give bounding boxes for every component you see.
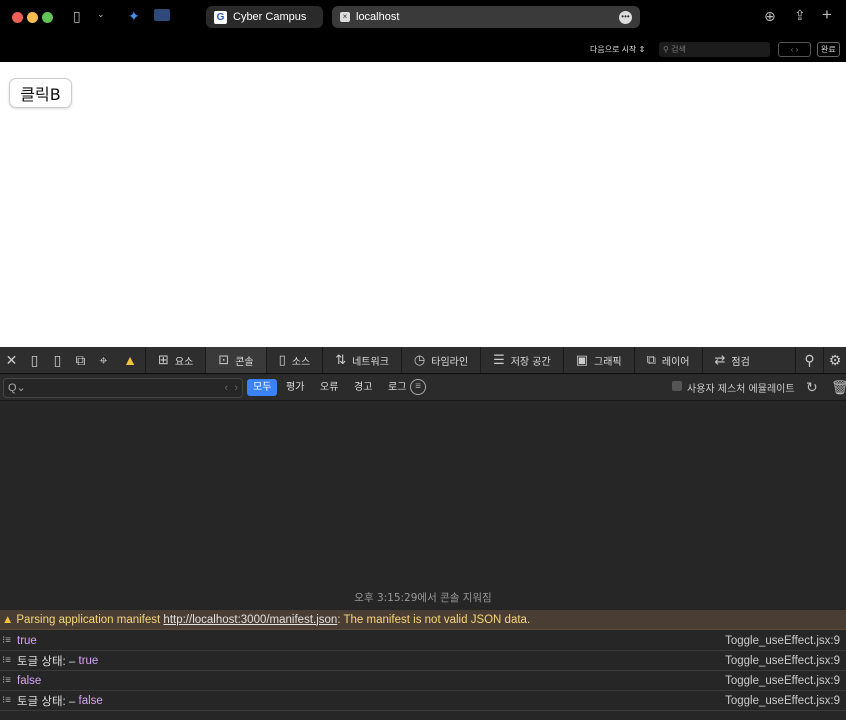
find-nav-buttons[interactable]: ‹ › (778, 42, 811, 57)
search-icon[interactable]: ⚲ (795, 347, 823, 373)
log-label: 토글 상태: – (17, 695, 79, 708)
storage-icon: ☰ (493, 352, 505, 368)
audit-icon: ⇄ (714, 352, 726, 368)
devtools-toolbar: ✕ ▯ ▯ ⧉ ⌖ ▲ ⊞ 요소 ⊡ 콘솔 ▯ 소스 ⇅ 네트워크 ◷ 타임라인 ☰ 저장 공간 ▣ 그래… (0, 347, 846, 374)
log-icon: ⁝≡ (2, 655, 12, 666)
tab-label: 네트워크 (352, 356, 389, 368)
trash-icon[interactable]: 🗑 (831, 379, 846, 396)
source-icon: ▯ (278, 352, 286, 368)
zoom-window-button[interactable] (42, 12, 53, 23)
console-log-row: ⁝≡ true Toggle_useEffect.jsx:9 (0, 631, 846, 651)
network-icon: ⇅ (335, 352, 347, 368)
filter-level-3[interactable]: 경고 (348, 379, 378, 396)
tab-label: 콘솔 (235, 356, 254, 368)
gesture-label: 사용자 제스처 에뮬레이트 (687, 384, 795, 395)
log-value: false (78, 694, 103, 707)
warning-icon: ▲ (2, 613, 14, 626)
tab-label: 소스 (291, 356, 311, 368)
tab-audit[interactable]: ⇄ 점검 (701, 347, 762, 373)
log-value: true (17, 634, 37, 647)
close-window-button[interactable] (12, 12, 23, 23)
tab-label: 요소 (174, 356, 194, 368)
find-input[interactable]: ⚲ 검색 (659, 42, 770, 57)
more-icon[interactable]: ••• (619, 10, 632, 24)
tab-localhost[interactable]: × localhost ••• (332, 6, 640, 28)
elements-icon: ⊞ (158, 352, 169, 368)
minimize-window-button[interactable] (27, 12, 38, 23)
console-icon: ⊡ (218, 352, 230, 368)
page-content (0, 62, 846, 347)
tab-elements[interactable]: ⊞ 요소 (145, 347, 205, 373)
detach-icon[interactable]: ⧉ (69, 347, 92, 373)
console-log-row: ⁝≡ false Toggle_useEffect.jsx:9 (0, 671, 846, 691)
log-source-link[interactable]: Toggle_useEffect.jsx:9 (725, 695, 840, 707)
sidebar-icon[interactable]: ▯ (73, 8, 81, 25)
log-source-link[interactable]: Toggle_useEffect.jsx:9 (725, 635, 840, 647)
crosshair-icon[interactable]: ⌖ (92, 347, 115, 373)
new-tab-icon[interactable]: + (822, 5, 832, 25)
tab-cyber-campus[interactable]: G Cyber Campus (206, 6, 323, 28)
gesture-checkbox[interactable] (672, 381, 682, 391)
warning-icon[interactable]: ▲ (115, 347, 145, 373)
tab-label: 타임라인 (431, 356, 469, 368)
extension-icon[interactable]: ✦ (128, 8, 140, 25)
log-source-link[interactable]: Toggle_useEffect.jsx:9 (725, 655, 840, 667)
manifest-link[interactable]: http://localhost:3000/manifest.json (163, 614, 337, 626)
tab-timeline[interactable]: ◷ 타임라인 (400, 347, 480, 373)
log-value: true (78, 654, 99, 667)
console-log-row: ⁝≡ 토글 상태: – false Toggle_useEffect.jsx:9 (0, 691, 846, 711)
filter-level-2[interactable]: 오류 (314, 379, 344, 396)
tab-label: 레이어 (661, 356, 690, 368)
tab-label: 저장 공간 (510, 356, 551, 368)
tab-source[interactable]: ▯ 소스 (265, 347, 323, 373)
tab-graphics[interactable]: ▣ 그래픽 (562, 347, 634, 373)
reload-icon[interactable]: ↻ (806, 379, 818, 396)
graphics-icon: ▣ (575, 352, 588, 368)
console-warning: ▲ Parsing application manifest http://lo… (0, 610, 846, 630)
console-log-row: ⁝≡ 토글 상태: – true Toggle_useEffect.jsx:9 (0, 651, 846, 671)
favicon-icon: G (214, 10, 227, 24)
tab-label: 점검 (731, 356, 750, 368)
filter-level-1[interactable]: 평가 (280, 379, 310, 396)
dock-right-icon[interactable]: ▯ (46, 347, 69, 373)
download-icon[interactable]: ⊕ (764, 8, 776, 25)
filter-level-0[interactable]: 모두 (247, 379, 278, 396)
share-icon[interactable]: ⇪ (794, 7, 806, 24)
find-mode-select[interactable]: 다음으로 시작 ⇕ (590, 42, 645, 57)
tab-overview-icon[interactable] (154, 9, 170, 21)
log-label: 토글 상태: – (17, 655, 79, 668)
log-source-link[interactable]: Toggle_useEffect.jsx:9 (725, 675, 840, 687)
console-filter-input[interactable]: Q⌄ ‹ › (3, 378, 243, 398)
console-cleared-message: 오후 3:15:29에서 콘솔 지워짐 (354, 592, 492, 604)
tab-console[interactable]: ⊡ 콘솔 (205, 347, 266, 373)
log-value: false (17, 674, 42, 687)
log-icon: ⁝≡ (2, 675, 12, 686)
find-done-button[interactable]: 완료 (817, 42, 840, 57)
tab-label: 그래픽 (594, 356, 622, 368)
log-icon: ⁝≡ (2, 695, 12, 706)
click-b-button[interactable]: 클릭B (9, 78, 72, 108)
filter-level-4[interactable]: 로그 (382, 379, 412, 396)
filter-options-icon[interactable]: ≡ (410, 379, 426, 395)
chevron-down-icon[interactable]: ⌄ (97, 9, 105, 20)
close-icon[interactable]: ✕ (0, 347, 23, 373)
dock-left-icon[interactable]: ▯ (23, 347, 46, 373)
tab-storage[interactable]: ☰ 저장 공간 (480, 347, 563, 373)
tab-close-icon[interactable]: × (340, 12, 350, 22)
tab-layers[interactable]: ⧉ 레이어 (633, 347, 702, 373)
timeline-icon: ◷ (413, 352, 426, 368)
gear-icon[interactable]: ⚙ (823, 347, 846, 373)
layers-icon: ⧉ (646, 352, 656, 368)
tab-network[interactable]: ⇅ 네트워크 (322, 347, 401, 373)
log-icon: ⁝≡ (2, 635, 12, 646)
